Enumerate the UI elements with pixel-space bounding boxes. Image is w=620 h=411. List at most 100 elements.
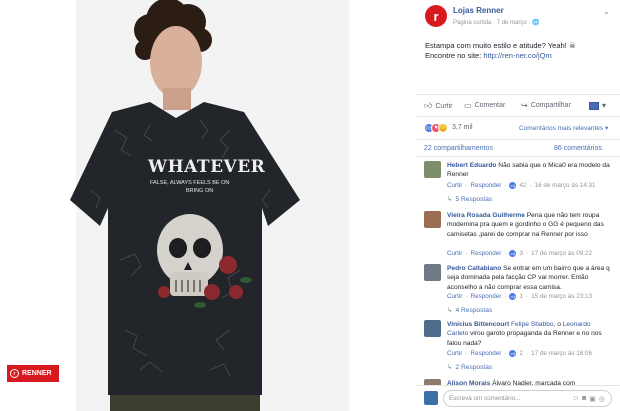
comment-like-count[interactable]: 42 bbox=[519, 182, 526, 189]
comment-body: Hebert Eduardo Não sabia que o Mica0 era… bbox=[447, 161, 613, 180]
replies-label: 2 Respostas bbox=[455, 364, 493, 371]
comment-like-count[interactable]: 2 bbox=[519, 350, 523, 357]
shirt-headline: WHATEVER bbox=[148, 157, 266, 177]
renner-logo-icon: r bbox=[10, 369, 19, 378]
avatar bbox=[424, 391, 438, 405]
divider bbox=[417, 116, 620, 117]
view-replies-link[interactable]: ↳ 4 Respostas bbox=[447, 306, 492, 314]
chevron-down-icon[interactable]: ⌄ bbox=[603, 7, 610, 16]
reaction-count[interactable]: 3,7 mil bbox=[452, 124, 473, 131]
renner-badge-label: RENNER bbox=[22, 370, 52, 377]
face bbox=[150, 26, 202, 98]
comment-footer: Curtir · Responder · 👍︎ 42 · 16 de março às… bbox=[447, 182, 596, 189]
sticker-icon[interactable]: ◎ bbox=[599, 395, 605, 403]
comment-like-count[interactable]: 3 bbox=[519, 250, 523, 257]
divider bbox=[417, 139, 620, 140]
avatar[interactable] bbox=[424, 211, 441, 228]
comment-body: Pedro Caltabiano Se entrar em um bairro … bbox=[447, 264, 613, 292]
reactions-row: 👍︎ ♥ ◡ 3,7 mil Comentários mais relevant… bbox=[417, 118, 620, 138]
thumbs-up-icon: 👍︎ bbox=[509, 350, 517, 357]
comment-like-link[interactable]: Curtir bbox=[447, 350, 462, 357]
post-caption: Estampa com muito estilo e atitude? Yeah… bbox=[425, 41, 615, 61]
divider bbox=[417, 156, 620, 157]
like-label: Curtir bbox=[435, 102, 453, 110]
camera-icon[interactable]: ◙ bbox=[582, 395, 586, 402]
comment-like-link[interactable]: Curtir bbox=[447, 250, 462, 257]
comment-footer: Curtir · Responder · 👍︎ 3 · 17 de março às … bbox=[447, 250, 592, 257]
comment-reply-link[interactable]: Responder bbox=[471, 293, 502, 300]
comment-icon: ▭ bbox=[464, 101, 472, 110]
thumbs-up-icon: 👍︎ bbox=[509, 182, 517, 189]
shirt-subline-2: BRING ON bbox=[186, 188, 214, 194]
model-illustration bbox=[70, 0, 300, 395]
comment-like-link[interactable]: Curtir bbox=[447, 293, 462, 300]
comment-author[interactable]: Hebert Eduardo bbox=[447, 162, 496, 169]
page-avatar[interactable]: r bbox=[425, 5, 447, 27]
post-meta: Página curtida · 7 de março · 🌐 bbox=[453, 20, 540, 26]
caption-line-1: Estampa com muito estilo e atitude? Yeah… bbox=[425, 41, 576, 50]
comment-label: Comentar bbox=[474, 102, 506, 109]
shirt-subline: FALSE, ALWAYS FEELS BE ON bbox=[150, 180, 230, 186]
like-button[interactable]: 👍︎ Curtir bbox=[424, 101, 453, 111]
thumbs-up-icon: 👍︎ bbox=[509, 293, 517, 300]
comment-input[interactable]: Escreva um comentário... ☺ ◙ ▣ ◎ bbox=[443, 390, 612, 407]
comment-reply-link[interactable]: Responder bbox=[471, 250, 502, 257]
comment-time[interactable]: 17 de março às 16:06 bbox=[531, 350, 592, 357]
comment-like-link[interactable]: Curtir bbox=[447, 182, 462, 189]
avatar[interactable] bbox=[424, 264, 441, 281]
comment-time[interactable]: 16 de março às 14:31 bbox=[535, 182, 596, 189]
neck bbox=[163, 88, 191, 110]
comment-button[interactable]: ▭ Comentar bbox=[464, 101, 505, 110]
caption-link[interactable]: http://ren-ner.co/jQm bbox=[483, 51, 551, 60]
audience-selector[interactable]: ▾ bbox=[589, 101, 606, 110]
comment-author[interactable]: Pedro Caltabiano bbox=[447, 265, 501, 272]
caption-prefix: Encontre no site: bbox=[425, 51, 484, 60]
comment-input-placeholder: Escreva um comentário... bbox=[449, 395, 521, 402]
gif-icon[interactable]: ▣ bbox=[589, 395, 596, 403]
caret-down-icon: ▾ bbox=[602, 101, 607, 110]
replies-label: 4 Respostas bbox=[455, 307, 493, 314]
reply-arrow-icon: ↳ bbox=[447, 196, 453, 203]
emoji-icon[interactable]: ☺ bbox=[572, 395, 579, 402]
comment-author[interactable]: Vieira Rosada Guilherme bbox=[447, 212, 525, 219]
haha-reaction-icon[interactable]: ◡ bbox=[438, 123, 448, 133]
shares-count[interactable]: 22 compartilhamentos bbox=[424, 145, 493, 152]
pants bbox=[110, 395, 260, 411]
comment-time[interactable]: 15 de março às 23:13 bbox=[531, 293, 592, 300]
thumbs-up-icon: 👍︎ bbox=[424, 101, 433, 110]
view-replies-link[interactable]: ↳ 2 Respostas bbox=[447, 363, 492, 371]
comment-time[interactable]: 17 de março às 09:22 bbox=[531, 250, 592, 257]
reply-arrow-icon: ↳ bbox=[447, 307, 453, 314]
comment-reply-link[interactable]: Responder bbox=[471, 350, 502, 357]
comment-author[interactable]: Vinicius Bittencourt bbox=[447, 321, 509, 328]
comment-body: Vinicius Bittencourt Felipe Sbabbo, o Le… bbox=[447, 320, 613, 348]
composer-icons: ☺ ◙ ▣ ◎ bbox=[572, 391, 605, 406]
view-replies-link[interactable]: ↳ 5 Respostas bbox=[447, 195, 492, 203]
comment-reply-link[interactable]: Responder bbox=[471, 182, 502, 189]
comment-order-dropdown[interactable]: Comentários mais relevantes ▾ bbox=[519, 124, 608, 132]
renner-badge: r RENNER bbox=[7, 365, 59, 382]
page-avatar-letter: r bbox=[433, 8, 439, 24]
avatar[interactable] bbox=[424, 161, 441, 178]
post-sidebar: r Lojas Renner Página curtida · 7 de mar… bbox=[417, 0, 620, 411]
comments-count[interactable]: 86 comentários bbox=[554, 145, 602, 152]
post-photo[interactable]: WHATEVER FALSE, ALWAYS FEELS BE ON BRING… bbox=[0, 0, 417, 411]
comment-text-joiner: , o bbox=[553, 321, 563, 328]
comment-footer: Curtir · Responder · 👍︎ 2 · 17 de março às … bbox=[447, 350, 592, 357]
comment-like-count[interactable]: 1 bbox=[519, 293, 523, 300]
avatar[interactable] bbox=[424, 320, 441, 337]
share-label: Compartilhar bbox=[530, 102, 571, 109]
reply-arrow-icon: ↳ bbox=[447, 364, 453, 371]
replies-label: 5 Respostas bbox=[455, 196, 493, 203]
caption-line-2: Encontre no site: http://ren-ner.co/jQm bbox=[425, 51, 615, 61]
comment-text: virou garoto propaganda da Renner e no n… bbox=[447, 330, 602, 347]
tagged-user[interactable]: Felipe Sbabbo bbox=[511, 321, 554, 328]
share-icon: ↪ bbox=[521, 101, 528, 110]
thumbs-up-icon: 👍︎ bbox=[509, 250, 517, 257]
share-button[interactable]: ↪ Compartilhar bbox=[521, 101, 571, 110]
action-bar: 👍︎ Curtir ▭ Comentar ↪ Compartilhar ▾ bbox=[417, 95, 620, 115]
page-thumbnail-icon bbox=[589, 101, 599, 110]
comment-footer: Curtir · Responder · 👍︎ 1 · 15 de março às … bbox=[447, 293, 592, 300]
page-name-link[interactable]: Lojas Renner bbox=[453, 6, 504, 15]
comment-body: Vieira Rosada Guilherme Pena que não tem… bbox=[447, 211, 613, 239]
